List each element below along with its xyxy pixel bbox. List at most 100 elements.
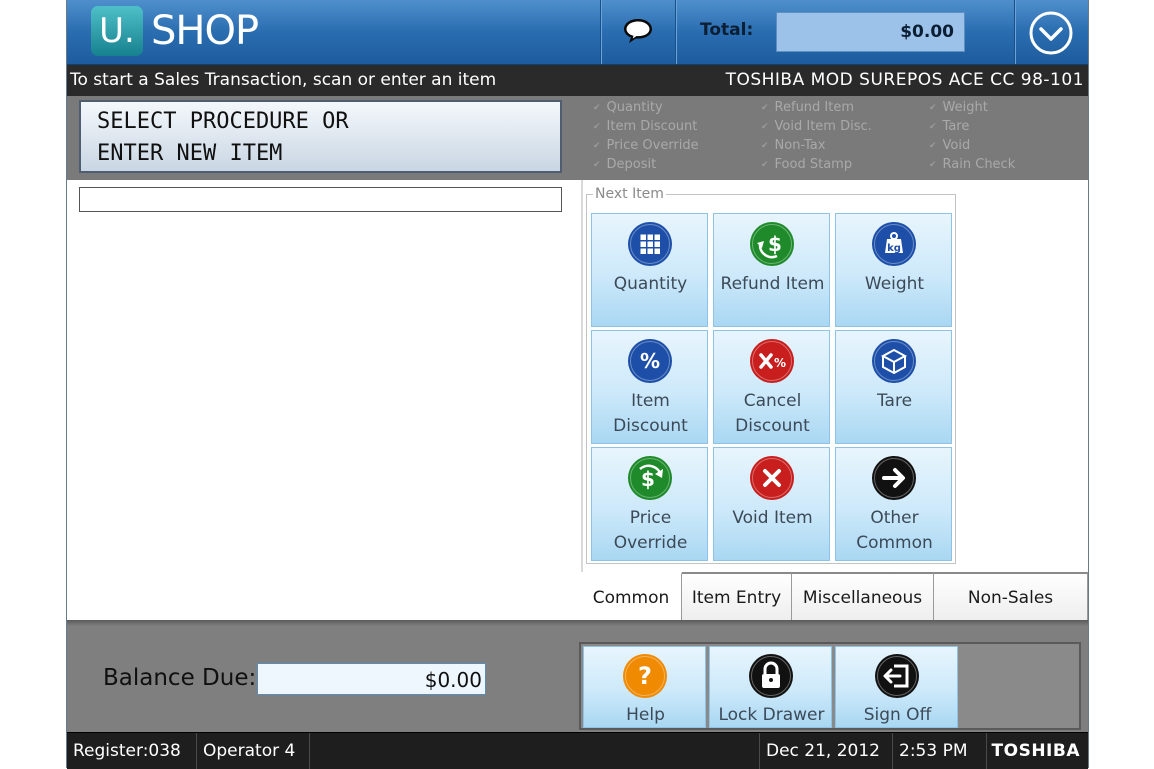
button-label: Price Override (592, 506, 709, 556)
bottom-panel: Balance Due: $0.00 ? Help Lock Drawer Sign … (67, 620, 1088, 732)
balance-due-value: $0.00 (424, 668, 482, 692)
svg-text:$: $ (641, 467, 655, 491)
logo-text: SHOP (151, 8, 259, 54)
tab-non-sales[interactable]: Non-Sales (934, 572, 1088, 620)
device-name: TOSHIBA MOD SUREPOS ACE CC 98-101 (725, 70, 1084, 90)
procedure-item: Price Override (593, 138, 699, 153)
status-bar: To start a Sales Transaction, scan or en… (67, 65, 1088, 96)
procedure-row: SELECT PROCEDURE OR ENTER NEW ITEM Quant… (67, 96, 1088, 180)
status-message: To start a Sales Transaction, scan or en… (70, 70, 497, 90)
svg-text:%: % (640, 349, 660, 373)
price-override-button[interactable]: $ Price Override (591, 447, 708, 561)
cancel-percent-icon: % (749, 338, 795, 384)
item-entry-field[interactable] (79, 187, 562, 212)
procedure-item: Quantity (593, 100, 663, 115)
svg-text:$: $ (768, 232, 782, 256)
procedure-item: Non-Tax (761, 138, 826, 153)
weight-kg-icon: kg (871, 221, 917, 267)
sign-off-button[interactable]: Sign Off (835, 646, 958, 728)
menu-button[interactable] (1015, 0, 1088, 64)
button-label-line: Refund Item (720, 274, 825, 294)
total-label: Total: (700, 20, 754, 40)
grid-icon (627, 221, 673, 267)
logo-mark: U. (91, 6, 143, 56)
item-discount-button[interactable]: % Item Discount (591, 330, 708, 444)
balance-due-label: Balance Due: (103, 665, 257, 691)
procedure-item: Refund Item (761, 100, 854, 115)
tab-common[interactable]: Common (581, 572, 682, 620)
svg-text:?: ? (638, 662, 652, 690)
prompt-line-1: SELECT PROCEDURE OR (97, 109, 349, 134)
lock-icon (748, 653, 794, 699)
button-label: Tare (836, 389, 953, 414)
button-label: Other Common (836, 506, 953, 556)
bottom-shade (67, 620, 1088, 626)
register-number: Register:038 (67, 733, 197, 769)
void-item-button[interactable]: Void Item (713, 447, 830, 561)
procedure-item: Deposit (593, 157, 657, 172)
button-label-line: Tare (876, 391, 913, 411)
procedure-item: Rain Check (929, 157, 1016, 172)
total-value: $0.00 (900, 22, 954, 42)
svg-text:kg: kg (887, 243, 901, 254)
current-date: Dec 21, 2012 (759, 733, 893, 769)
button-label: Weight (836, 272, 953, 297)
button-label: Refund Item (714, 272, 831, 297)
operator-prompt: SELECT PROCEDURE OR ENTER NEW ITEM (79, 100, 562, 173)
action-panel: ? Help Lock Drawer Sign Off (579, 642, 1081, 730)
tare-button[interactable]: Tare (835, 330, 952, 444)
x-icon (749, 455, 795, 501)
button-label-line: Void Item (732, 508, 813, 528)
other-common-button[interactable]: Other Common (835, 447, 952, 561)
prompt-line-2: ENTER NEW ITEM (97, 141, 283, 166)
procedure-item: Void (929, 138, 971, 153)
speech-bubble-icon (624, 19, 652, 43)
function-tabs: Common Item Entry Miscellaneous Non-Sales (581, 572, 1088, 620)
percent-icon: % (627, 338, 673, 384)
button-label-line: Weight (864, 274, 925, 294)
button-label-line: Cancel (743, 391, 802, 411)
header-bar: U. SHOP Total: $0.00 (67, 0, 1088, 65)
button-label: Help (626, 705, 665, 725)
total-display: $0.00 (776, 12, 965, 52)
button-label-line: Discount (735, 416, 810, 436)
help-button[interactable]: ? Help (583, 646, 706, 728)
procedure-item: Tare (929, 119, 970, 134)
footer-bar: Register:038 Operator 4 Dec 21, 2012 2:5… (67, 732, 1088, 769)
sign-off-icon (874, 653, 920, 699)
button-label: Item Discount (592, 389, 709, 439)
button-label: Lock Drawer (718, 705, 825, 725)
pos-window: U. SHOP Total: $0.00 To start a Sales Tr… (66, 0, 1089, 769)
panel-divider (581, 180, 583, 620)
refund-item-button[interactable]: $ Refund Item (713, 213, 830, 327)
box-icon (871, 338, 917, 384)
price-override-icon: $ (627, 455, 673, 501)
button-label-line: Override (613, 533, 688, 553)
question-icon: ? (622, 653, 668, 699)
procedure-item: Weight (929, 100, 988, 115)
chevron-down-circle-icon (1029, 11, 1073, 55)
current-time: 2:53 PM (893, 733, 987, 769)
cancel-discount-button[interactable]: % Cancel Discount (713, 330, 830, 444)
button-label-line: Discount (613, 416, 688, 436)
button-label-line: Item (631, 391, 670, 411)
lock-drawer-button[interactable]: Lock Drawer (709, 646, 832, 728)
quantity-button[interactable]: Quantity (591, 213, 708, 327)
procedure-item: Item Discount (593, 119, 698, 134)
button-label-line: Price (629, 508, 672, 528)
work-area: Next Item Quantity $ Refund Item kg Weight% I… (67, 180, 1088, 620)
button-label-line: Quantity (613, 274, 688, 294)
tab-miscellaneous[interactable]: Miscellaneous (792, 572, 934, 620)
button-label: Quantity (592, 272, 709, 297)
tab-item-entry[interactable]: Item Entry (682, 572, 792, 620)
button-label-line: Common (856, 533, 933, 553)
button-label: Sign Off (863, 705, 932, 725)
button-label: Void Item (714, 506, 831, 531)
header-divider (675, 0, 676, 64)
balance-due-display: $0.00 (257, 663, 486, 695)
button-label-line: Other (870, 508, 919, 528)
weight-button[interactable]: kg Weight (835, 213, 952, 327)
svg-text:%: % (774, 356, 786, 370)
messages-button[interactable] (601, 0, 675, 64)
button-label: Cancel Discount (714, 389, 831, 439)
